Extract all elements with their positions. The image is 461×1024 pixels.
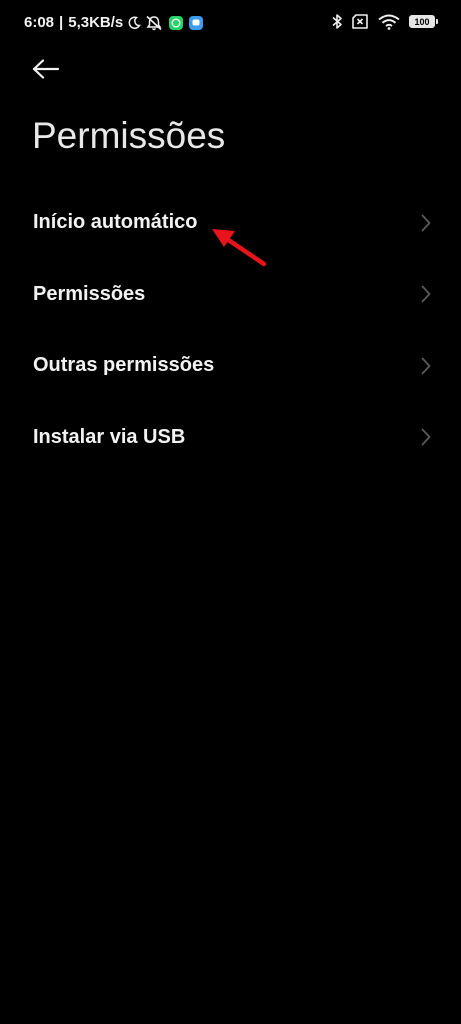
chevron-right-icon	[421, 357, 431, 375]
status-separator: |	[59, 14, 64, 31]
menu-item-other-permissions[interactable]: Outras permissões	[0, 330, 461, 402]
message-app-icon	[189, 15, 204, 30]
back-button[interactable]	[28, 52, 64, 86]
status-left: 6:08 | 5,3KB/s	[24, 14, 204, 31]
bluetooth-icon	[331, 13, 343, 30]
moon-icon	[127, 15, 142, 30]
no-sim-icon	[352, 14, 369, 29]
chevron-right-icon	[421, 285, 431, 303]
whatsapp-icon	[169, 15, 184, 30]
chevron-right-icon	[421, 214, 431, 232]
menu-item-label: Permissões	[33, 282, 146, 305]
chevron-right-icon	[421, 428, 431, 446]
battery-icon: 100	[409, 15, 438, 28]
menu-item-install-via-usb[interactable]: Instalar via USB	[0, 402, 461, 474]
wifi-icon	[378, 14, 400, 30]
menu-item-label: Outras permissões	[33, 354, 215, 377]
page-title: Permissões	[32, 115, 226, 156]
notifications-off-icon	[145, 15, 163, 31]
battery-level: 100	[414, 16, 430, 27]
menu-item-label: Instalar via USB	[33, 425, 186, 448]
network-speed: 5,3KB/s	[68, 14, 124, 31]
status-right: 100	[331, 13, 438, 30]
status-bar: 6:08 | 5,3KB/s 100	[0, 0, 461, 46]
status-time: 6:08	[24, 14, 55, 31]
arrow-left-icon	[32, 59, 60, 79]
menu-item-label: Início automático	[33, 211, 198, 234]
red-arrow-icon	[212, 229, 267, 267]
